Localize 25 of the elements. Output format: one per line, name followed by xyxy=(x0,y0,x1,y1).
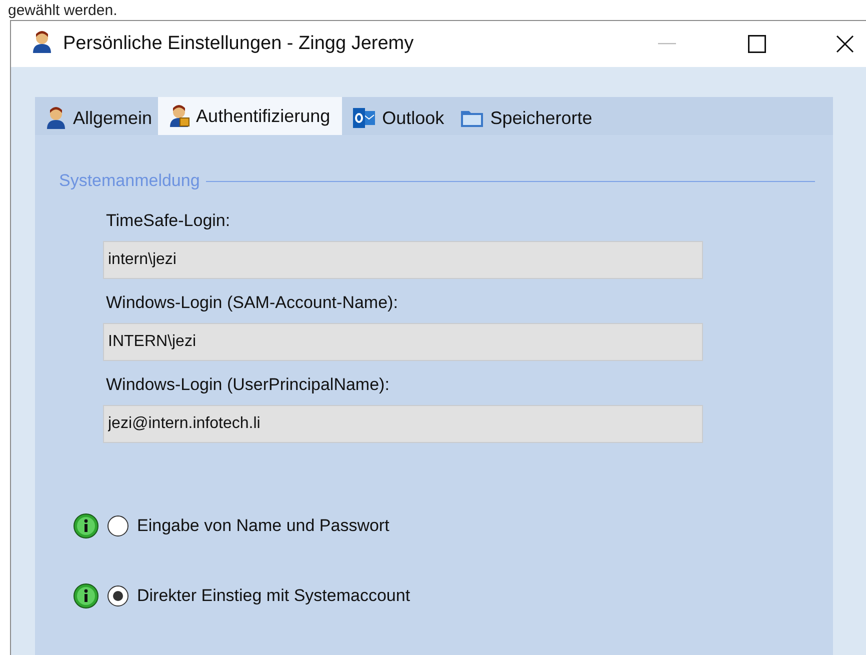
field-label: TimeSafe-Login: xyxy=(106,211,232,231)
option-label[interactable]: Direkter Einstieg mit Systemaccount xyxy=(137,586,410,606)
tab[interactable]: Outlook xyxy=(342,101,450,135)
group-title: Systemanmeldung xyxy=(59,171,200,191)
field-label: Windows-Login (UserPrincipalName): xyxy=(106,375,390,395)
tab[interactable]: Authentifizierung xyxy=(158,97,342,135)
person-icon xyxy=(45,106,67,130)
input-field[interactable]: intern\jezi xyxy=(103,241,703,279)
window-title: Persönliche Einstellungen - Zingg Jeremy xyxy=(63,33,415,55)
mail-app-icon xyxy=(352,107,376,129)
radio-button[interactable] xyxy=(107,515,129,537)
field-label: Windows-Login (SAM-Account-Name): xyxy=(106,293,399,313)
user-icon xyxy=(31,30,53,54)
option-label[interactable]: Eingabe von Name und Passwort xyxy=(137,516,390,536)
person-key-icon xyxy=(168,104,190,128)
tab[interactable]: Speicherorte xyxy=(450,101,598,135)
close-icon[interactable] xyxy=(836,35,854,53)
radio-button[interactable] xyxy=(107,585,129,607)
page-text: gewählt werden. xyxy=(8,2,118,20)
input-field[interactable]: INTERN\jezi xyxy=(103,323,703,361)
folder-icon xyxy=(460,108,484,128)
maximize-icon[interactable] xyxy=(748,35,766,53)
info-icon xyxy=(73,583,99,609)
info-icon xyxy=(73,513,99,539)
tab[interactable]: Allgemein xyxy=(35,101,158,135)
